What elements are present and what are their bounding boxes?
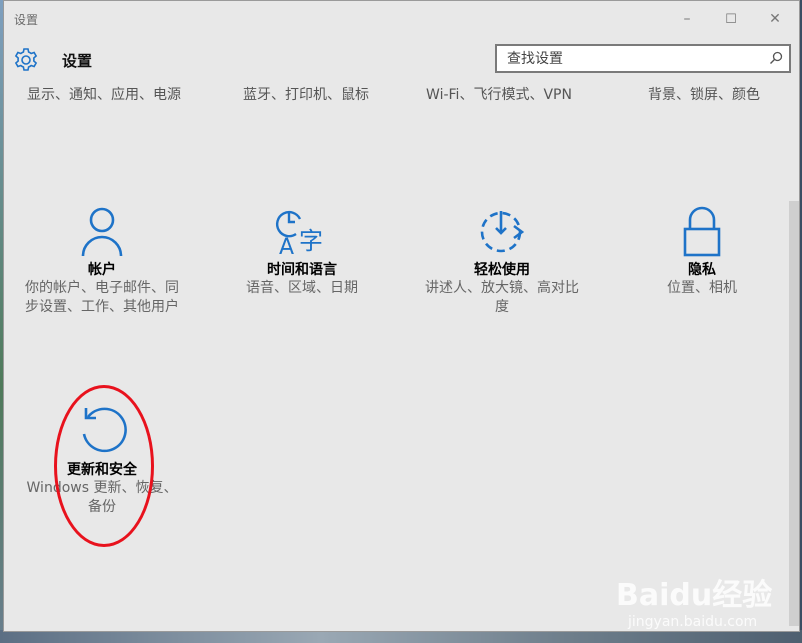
- ease-of-access-icon: [480, 211, 525, 253]
- tile-time-language-desc: 语音、区域、日期: [246, 280, 358, 296]
- close-button[interactable]: ✕: [753, 5, 797, 33]
- search-input[interactable]: [497, 46, 767, 71]
- tile-privacy[interactable]: 隐私 位置、相机: [622, 205, 782, 298]
- svg-text:A: A: [279, 235, 294, 257]
- minimize-button[interactable]: –: [665, 5, 709, 33]
- time-language-icon: A 字: [276, 210, 323, 257]
- tile-accounts[interactable]: 帐户 你的帐户、电子邮件、同步设置、工作、其他用户: [22, 205, 182, 317]
- svg-text:字: 字: [299, 227, 323, 255]
- system-category-desc[interactable]: 显示、通知、应用、电源: [24, 86, 184, 105]
- devices-category-desc[interactable]: 蓝牙、打印机、鼠标: [226, 86, 386, 105]
- gear-icon: [14, 48, 38, 71]
- tile-time-language[interactable]: A 字 时间和语言 语音、区域、日期: [222, 205, 382, 298]
- search-box[interactable]: [495, 44, 791, 73]
- tile-ease-of-access[interactable]: 轻松使用 讲述人、放大镜、高对比度: [422, 205, 582, 317]
- network-category-desc[interactable]: Wi-Fi、飞行模式、VPN: [414, 86, 584, 105]
- lock-icon: [683, 206, 721, 257]
- tile-privacy-desc: 位置、相机: [667, 280, 737, 296]
- watermark-url: jingyan.baidu.com: [628, 614, 758, 630]
- watermark-brand: Baidu经验: [616, 578, 773, 613]
- maximize-button[interactable]: ☐: [709, 5, 753, 33]
- baidu-watermark: Baidu经验 jingyan.baidu.com: [616, 570, 772, 630]
- tile-ease-of-access-desc: 讲述人、放大镜、高对比度: [425, 280, 579, 315]
- tile-time-language-label: 时间和语言: [267, 262, 337, 278]
- tile-privacy-label: 隐私: [688, 262, 716, 278]
- page-title: 设置: [62, 52, 93, 70]
- personalization-category-desc[interactable]: 背景、锁屏、颜色: [624, 86, 784, 105]
- tile-ease-of-access-label: 轻松使用: [474, 262, 530, 278]
- tile-accounts-label: 帐户: [88, 262, 116, 278]
- person-icon: [81, 207, 123, 257]
- scrollbar[interactable]: [789, 201, 799, 626]
- search-icon[interactable]: [769, 51, 783, 65]
- window-title: 设置: [14, 13, 39, 27]
- annotation-circle: [54, 385, 154, 547]
- title-bar[interactable]: 设置 – ☐ ✕: [4, 1, 799, 37]
- tile-accounts-desc: 你的帐户、电子邮件、同步设置、工作、其他用户: [25, 280, 179, 315]
